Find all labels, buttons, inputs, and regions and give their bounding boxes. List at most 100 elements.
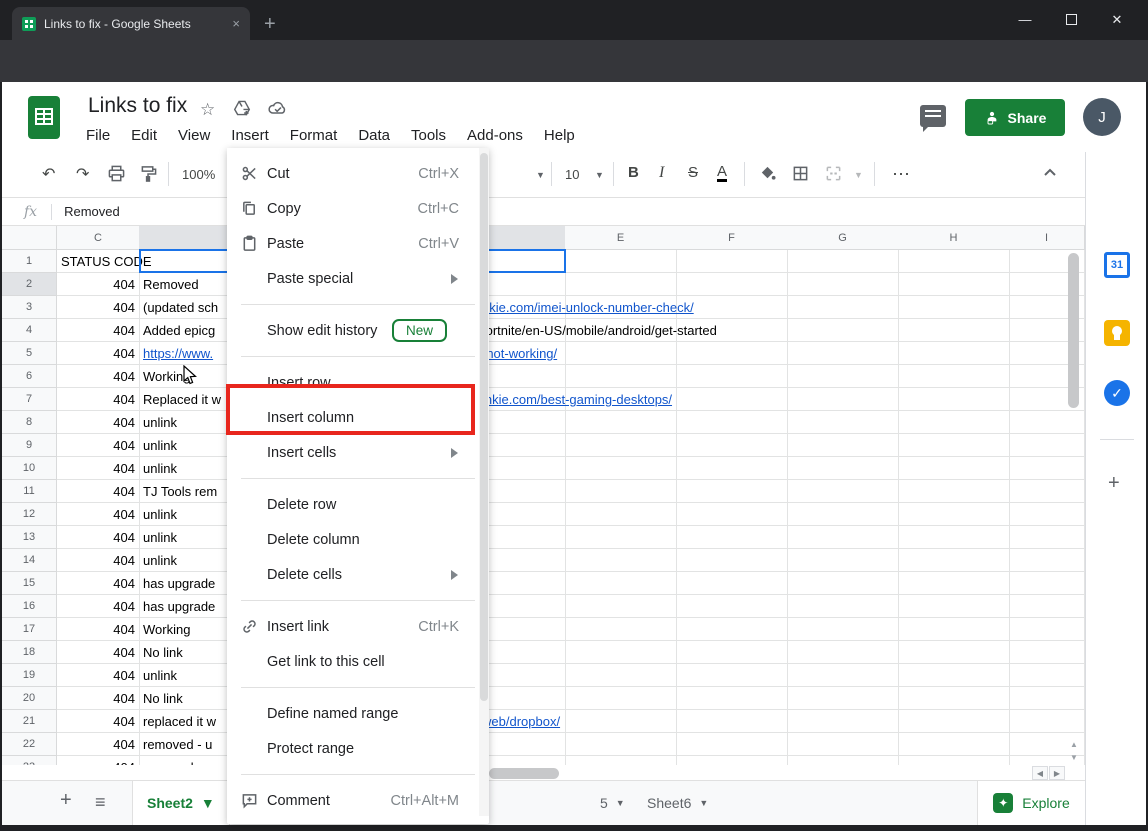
- explore-button[interactable]: ✦ Explore: [977, 781, 1085, 825]
- tab-close-icon[interactable]: ×: [232, 16, 240, 31]
- cell[interactable]: [676, 342, 788, 365]
- cell[interactable]: 404: [57, 503, 140, 526]
- all-sheets-button[interactable]: ≡: [95, 792, 106, 813]
- cell[interactable]: [1009, 595, 1085, 618]
- scroll-down-icon[interactable]: ▼: [1070, 753, 1078, 762]
- cell[interactable]: [676, 710, 788, 733]
- sheet-tab-active[interactable]: Sheet2 ▼: [132, 781, 230, 825]
- keep-icon[interactable]: [1104, 320, 1130, 346]
- add-shortcut-to-drive-icon[interactable]: [233, 100, 251, 121]
- cell[interactable]: [565, 572, 677, 595]
- cell[interactable]: [565, 618, 677, 641]
- menu-format[interactable]: Format: [290, 127, 338, 144]
- column-header-I[interactable]: I: [1009, 226, 1085, 250]
- cell[interactable]: 404: [57, 618, 140, 641]
- cell[interactable]: [787, 549, 899, 572]
- cell[interactable]: [676, 595, 788, 618]
- menu-data[interactable]: Data: [358, 127, 390, 144]
- cell[interactable]: [1009, 641, 1085, 664]
- cell[interactable]: [676, 250, 788, 273]
- italic-button[interactable]: I: [659, 164, 664, 182]
- strikethrough-button[interactable]: S: [688, 164, 698, 181]
- merge-caret-icon[interactable]: ▼: [854, 170, 863, 180]
- column-header-G[interactable]: G: [787, 226, 899, 250]
- cell[interactable]: [787, 664, 899, 687]
- sheet-tab-partial[interactable]: 5▼: [600, 795, 625, 811]
- cell[interactable]: [565, 595, 677, 618]
- row-header-16[interactable]: 16: [2, 595, 57, 618]
- redo-icon[interactable]: ↷: [76, 164, 89, 184]
- cell[interactable]: [565, 480, 677, 503]
- cell[interactable]: [787, 296, 899, 319]
- cell[interactable]: [565, 365, 677, 388]
- cell[interactable]: 404: [57, 319, 140, 342]
- cell[interactable]: [898, 457, 1010, 480]
- cell[interactable]: 404: [57, 480, 140, 503]
- cell[interactable]: [676, 411, 788, 434]
- bold-button[interactable]: B: [628, 164, 639, 181]
- sheet-tab-sheet6[interactable]: Sheet6▼: [647, 795, 708, 811]
- font-size-select[interactable]: 10: [565, 167, 579, 182]
- cell[interactable]: [676, 273, 788, 296]
- cell[interactable]: [676, 365, 788, 388]
- cell[interactable]: [898, 549, 1010, 572]
- cell[interactable]: [565, 457, 677, 480]
- browser-tab[interactable]: Links to fix - Google Sheets ×: [12, 7, 250, 40]
- window-maximize-button[interactable]: [1066, 14, 1077, 25]
- paint-format-icon[interactable]: [140, 165, 157, 187]
- cell[interactable]: [787, 595, 899, 618]
- cell[interactable]: 404: [57, 342, 140, 365]
- menu-scrollbar-track[interactable]: [479, 148, 489, 816]
- cell[interactable]: [1009, 618, 1085, 641]
- cell[interactable]: [565, 526, 677, 549]
- row-header-23[interactable]: 23: [2, 756, 57, 765]
- cell[interactable]: 404: [57, 572, 140, 595]
- menu-item-insert-link[interactable]: Insert linkCtrl+K: [227, 609, 489, 644]
- share-button[interactable]: Share: [965, 99, 1065, 136]
- cell[interactable]: [898, 526, 1010, 549]
- formula-bar[interactable]: fx Removed: [2, 198, 1085, 226]
- undo-icon[interactable]: ↶: [42, 164, 55, 184]
- cell[interactable]: [898, 664, 1010, 687]
- cell[interactable]: [676, 572, 788, 595]
- menu-help[interactable]: Help: [544, 127, 575, 144]
- cell[interactable]: [565, 664, 677, 687]
- cell[interactable]: [676, 434, 788, 457]
- row-header-10[interactable]: 10: [2, 457, 57, 480]
- cell[interactable]: [787, 733, 899, 756]
- cell[interactable]: 404: [57, 457, 140, 480]
- vertical-scrollbar[interactable]: [1068, 253, 1079, 408]
- cell[interactable]: [898, 710, 1010, 733]
- new-tab-button[interactable]: +: [264, 16, 276, 32]
- cell[interactable]: [787, 641, 899, 664]
- cell[interactable]: 404: [57, 733, 140, 756]
- cell[interactable]: STATUS CODE: [57, 250, 140, 273]
- row-header-5[interactable]: 5: [2, 342, 57, 365]
- menu-item-get-link-to-this-cell[interactable]: Get link to this cell: [227, 644, 489, 679]
- zoom-select[interactable]: 100%: [182, 167, 215, 182]
- tasks-icon[interactable]: ✓: [1104, 380, 1130, 406]
- font-dropdown-caret-icon[interactable]: ▼: [536, 170, 545, 180]
- cell[interactable]: [898, 595, 1010, 618]
- cell[interactable]: [565, 710, 677, 733]
- cell[interactable]: [787, 434, 899, 457]
- text-color-button[interactable]: A: [717, 164, 727, 182]
- column-header-H[interactable]: H: [898, 226, 1010, 250]
- print-icon[interactable]: [108, 165, 125, 187]
- cell[interactable]: [565, 503, 677, 526]
- menu-item-delete-column[interactable]: Delete column: [227, 522, 489, 557]
- row-header-21[interactable]: 21: [2, 710, 57, 733]
- cell[interactable]: [787, 480, 899, 503]
- collapse-toolbar-icon[interactable]: [1042, 166, 1058, 185]
- cell[interactable]: [898, 572, 1010, 595]
- menu-add-ons[interactable]: Add-ons: [467, 127, 523, 144]
- row-header-18[interactable]: 18: [2, 641, 57, 664]
- row-header-12[interactable]: 12: [2, 503, 57, 526]
- cell[interactable]: [898, 319, 1010, 342]
- cell[interactable]: 404: [57, 411, 140, 434]
- cell[interactable]: 404: [57, 595, 140, 618]
- cell[interactable]: [676, 526, 788, 549]
- cell[interactable]: [898, 434, 1010, 457]
- cell[interactable]: [787, 342, 899, 365]
- cell[interactable]: [787, 457, 899, 480]
